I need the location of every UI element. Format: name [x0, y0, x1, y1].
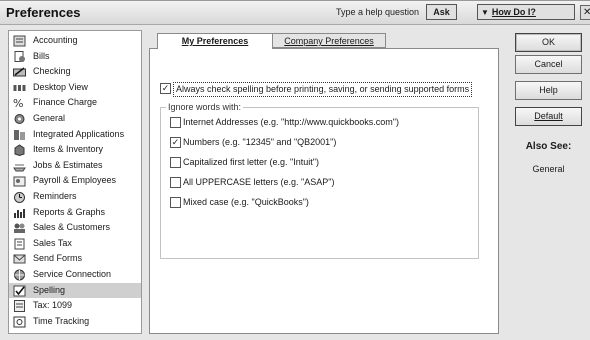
ignore-internet-addresses-label: Internet Addresses (e.g. "http://www.qui… [183, 117, 399, 127]
category-label: Time Tracking [33, 315, 90, 326]
category-label: Service Connection [33, 268, 112, 279]
category-label: Items & Inventory [33, 144, 104, 155]
ignore-capitalized-label: Capitalized first letter (e.g. "Intuit") [183, 157, 319, 167]
category-label: Sales & Customers [33, 222, 111, 233]
ignore-uppercase-checkbox[interactable] [170, 177, 181, 188]
jobs-estimates-icon [13, 164, 26, 172]
category-label: Bills [33, 50, 50, 61]
how-do-i-button[interactable]: ▼ How Do I? [477, 4, 575, 20]
ignore-mixed-case-label: Mixed case (e.g. "QuickBooks") [183, 197, 309, 207]
send-forms-icon [13, 254, 26, 264]
general-icon [14, 113, 25, 124]
category-item-sales-customers[interactable]: Sales & Customers [9, 220, 141, 236]
ignore-words-legend: Ignore words with: [166, 102, 244, 112]
ask-button[interactable]: Ask [426, 4, 457, 20]
reminders-icon [14, 191, 25, 203]
category-item-items-inventory[interactable]: Items & Inventory [9, 142, 141, 158]
category-item-sales-tax[interactable]: Sales Tax [9, 236, 141, 252]
category-item-reminders[interactable]: Reminders [9, 189, 141, 205]
ok-button[interactable]: OK [515, 33, 582, 52]
category-label: Spelling [33, 284, 66, 295]
dropdown-arrow-icon: ▼ [481, 8, 489, 17]
default-button[interactable]: Default [515, 107, 582, 126]
category-label: General [33, 112, 66, 123]
sales-tax-icon [14, 238, 25, 250]
payroll-icon [13, 176, 26, 187]
also-see-general-link[interactable]: General [515, 164, 582, 174]
category-label: Reminders [33, 190, 77, 201]
category-label: Reports & Graphs [33, 206, 106, 217]
preferences-panel: ✓ Always check spelling before printing,… [149, 48, 499, 334]
reports-graphs-icon [14, 208, 25, 218]
window-title: Preferences [6, 5, 81, 20]
category-label: Tax: 1099 [33, 300, 73, 311]
svg-text:%: % [13, 97, 23, 109]
category-item-general[interactable]: General [9, 111, 141, 127]
time-tracking-icon [13, 316, 26, 328]
cancel-button[interactable]: Cancel [515, 55, 582, 74]
category-item-spelling[interactable]: Spelling [9, 282, 141, 299]
category-item-bills[interactable]: Bills [9, 49, 141, 65]
help-question-prompt: Type a help question [336, 7, 420, 17]
help-button[interactable]: Help [515, 81, 582, 100]
bills-icon [14, 50, 25, 62]
desktop-view-icon [13, 84, 26, 91]
category-item-tax-1099[interactable]: Tax: 1099 [9, 298, 141, 314]
tax-1099-icon [14, 300, 25, 313]
checking-icon [13, 67, 26, 77]
category-label: Finance Charge [33, 97, 98, 108]
category-item-time-tracking[interactable]: Time Tracking [9, 314, 141, 330]
ignore-numbers-checkbox[interactable]: ✓ [170, 137, 181, 148]
close-icon[interactable]: ✕ [580, 5, 590, 20]
ignore-mixed-case-checkbox[interactable] [170, 197, 181, 208]
ignore-internet-addresses-checkbox[interactable] [170, 117, 181, 128]
ignore-numbers-label: Numbers (e.g. "12345" and "QB2001") [183, 137, 337, 147]
category-item-accounting[interactable]: Accounting [9, 33, 141, 49]
spelling-icon [13, 285, 26, 296]
category-label: Jobs & Estimates [33, 159, 103, 170]
category-item-payroll-employees[interactable]: Payroll & Employees [9, 173, 141, 189]
tab-my-preferences[interactable]: My Preferences [157, 33, 273, 49]
category-item-desktop-view[interactable]: Desktop View [9, 80, 141, 96]
tab-company-preferences[interactable]: Company Preferences [273, 33, 386, 48]
category-label: Checking [33, 66, 71, 77]
sales-customers-icon [14, 223, 25, 234]
how-do-i-label: How Do I? [491, 7, 536, 17]
finance-charge-icon: % [13, 97, 23, 109]
ignore-capitalized-checkbox[interactable] [170, 157, 181, 168]
accounting-icon [13, 35, 26, 47]
also-see-heading: Also See: [525, 141, 572, 152]
category-label: Sales Tax [33, 237, 72, 248]
title-bar: Preferences Type a help question Ask ▼ Ho… [0, 1, 590, 25]
category-label: Payroll & Employees [33, 175, 117, 186]
category-label: Accounting [33, 35, 78, 45]
category-item-send-forms[interactable]: Send Forms [9, 251, 141, 267]
category-list: Accounting Bills Checking Desktop View %… [8, 30, 142, 334]
category-label: Desktop View [33, 81, 88, 92]
always-check-spelling-checkbox[interactable]: ✓ [160, 83, 171, 94]
always-check-spelling-label: Always check spelling before printing, s… [173, 82, 473, 97]
items-inventory-icon [14, 144, 25, 157]
category-label: Send Forms [33, 253, 83, 264]
category-label: Integrated Applications [33, 128, 125, 139]
category-item-integrated-applications[interactable]: Integrated Applications [9, 127, 141, 143]
ignore-uppercase-label: All UPPERCASE letters (e.g. "ASAP") [183, 177, 335, 187]
category-item-reports-graphs[interactable]: Reports & Graphs [9, 205, 141, 221]
preferences-window: Preferences Type a help question Ask ▼ Ho… [0, 0, 590, 340]
category-item-checking[interactable]: Checking [9, 64, 141, 80]
service-connection-icon [14, 269, 25, 281]
category-item-jobs-estimates[interactable]: Jobs & Estimates [9, 158, 141, 174]
integrated-apps-icon [14, 129, 25, 140]
category-item-finance-charge[interactable]: % Finance Charge [9, 95, 141, 111]
ignore-words-group: Ignore words with: Internet Addresses (e… [160, 102, 479, 259]
category-item-service-connection[interactable]: Service Connection [9, 267, 141, 283]
